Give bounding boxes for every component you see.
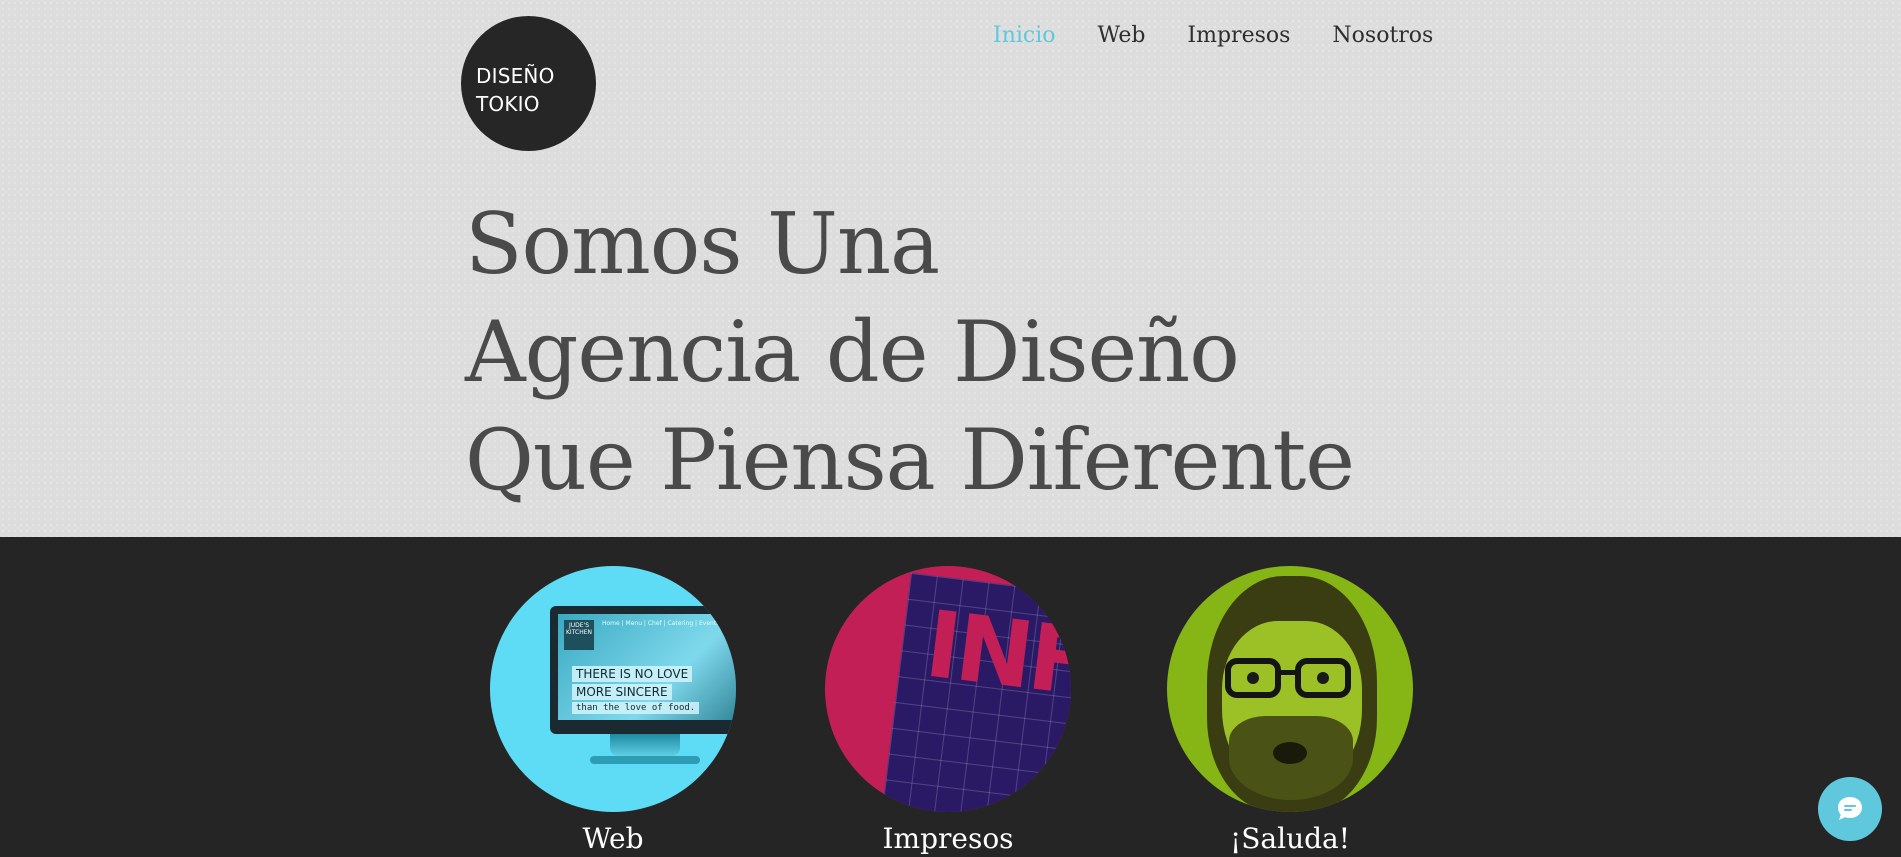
- site-text-2: MORE SINCERE: [572, 684, 672, 700]
- card-caption-saluda[interactable]: ¡Saluda!: [1167, 822, 1413, 855]
- nav-item-inicio[interactable]: Inicio: [993, 23, 1056, 48]
- logo-line-1: DISEÑO: [476, 64, 555, 88]
- nav-item-nosotros[interactable]: Nosotros: [1332, 23, 1433, 48]
- glasses-lens-left: [1225, 658, 1281, 698]
- portrait-mouth: [1273, 742, 1307, 764]
- card-impresos: INFO LIN Impresos: [825, 566, 1071, 855]
- monitor-base: [590, 756, 700, 764]
- card-web: JUDE'S KITCHEN Home | Menu | Chef | Cate…: [490, 566, 736, 855]
- web-image-circle[interactable]: JUDE'S KITCHEN Home | Menu | Chef | Cate…: [490, 566, 736, 812]
- header-section: DISEÑO TOKIO Inicio Web Impresos Nosotro…: [0, 0, 1901, 537]
- card-caption-web[interactable]: Web: [490, 822, 736, 855]
- chat-button[interactable]: [1818, 777, 1882, 841]
- card-caption-impresos[interactable]: Impresos: [825, 822, 1071, 855]
- hero-line-2: Agencia de Diseño: [465, 303, 1240, 401]
- impresos-image-circle[interactable]: INFO LIN: [825, 566, 1071, 812]
- monitor-illustration: JUDE'S KITCHEN Home | Menu | Chef | Cate…: [550, 606, 736, 734]
- monitor-stand: [610, 734, 680, 756]
- nav-item-web[interactable]: Web: [1098, 23, 1146, 48]
- chat-bubble-icon: [1838, 797, 1862, 820]
- card-saluda: ¡Saluda!: [1167, 566, 1413, 855]
- logo-line-2: TOKIO: [476, 92, 540, 116]
- glasses-lens-right: [1295, 658, 1351, 698]
- glasses-bridge: [1277, 670, 1299, 675]
- monitor-screen: JUDE'S KITCHEN Home | Menu | Chef | Cate…: [558, 614, 736, 720]
- site-brand: JUDE'S KITCHEN: [564, 620, 594, 650]
- main-nav: Inicio Web Impresos Nosotros: [993, 23, 1433, 48]
- hero-line-1: Somos Una: [465, 195, 940, 293]
- hero-heading: Somos Una Agencia de Diseño Que Piensa D…: [465, 190, 1355, 514]
- site-text-3: than the love of food.: [572, 702, 700, 714]
- site-menu: Home | Menu | Chef | Catering | Events: [602, 620, 720, 627]
- hero-line-3: Que Piensa Diferente: [465, 411, 1355, 509]
- site-text-1: THERE IS NO LOVE: [572, 666, 693, 682]
- saluda-image-circle[interactable]: [1167, 566, 1413, 812]
- logo[interactable]: DISEÑO TOKIO: [461, 16, 596, 151]
- nav-item-impresos[interactable]: Impresos: [1187, 23, 1290, 48]
